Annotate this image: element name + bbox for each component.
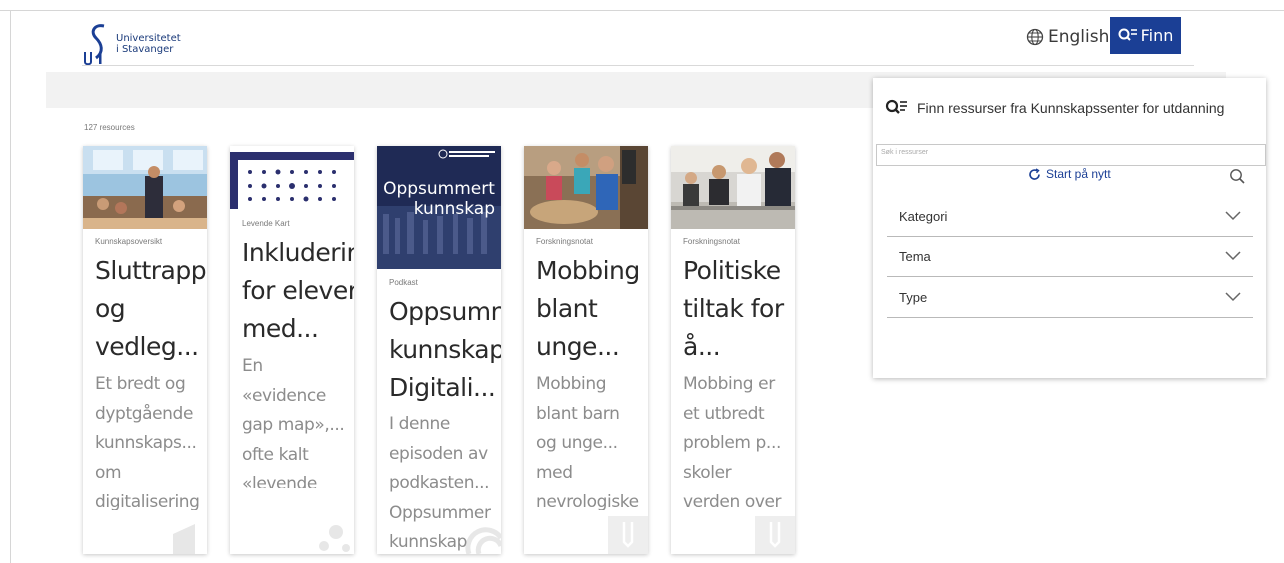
card-description: Et bredt og dyptgående kunnskaps... om d…	[95, 374, 200, 510]
finn-button[interactable]: Finn	[1110, 17, 1181, 54]
restart-label: Start på nytt	[1046, 167, 1111, 181]
resource-card[interactable]: Levende Kart Inkluderir for elever med..…	[230, 146, 354, 554]
cover-line-1: Oppsummert	[383, 179, 495, 199]
filter-type[interactable]: Type	[887, 277, 1253, 318]
filter-kategori[interactable]: Kategori	[887, 196, 1253, 237]
card-title[interactable]: Mobbing blant unge...	[536, 252, 648, 366]
bookmark-icon	[755, 516, 795, 554]
card-description: Mobbing blant barn og unge... med nevrol…	[536, 374, 639, 510]
resource-card[interactable]: Forskningsnotat Politiske tiltak for å..…	[671, 146, 795, 554]
chevron-down-icon	[1225, 251, 1241, 261]
search-filter-icon	[885, 99, 907, 114]
resource-search-input[interactable]: Søk i ressurser	[876, 144, 1266, 166]
filter-label: Tema	[899, 248, 931, 264]
card-category: Kunnskapsoversikt	[95, 237, 163, 246]
chevron-down-icon	[1225, 292, 1241, 302]
evidence-gap-map-thumbnail	[230, 146, 354, 209]
cover-line-2: kunnskap	[414, 199, 495, 219]
card-title[interactable]: Politiske tiltak for å...	[683, 252, 795, 366]
card-category: Forskningsnotat	[683, 237, 740, 246]
card-category: Podkast	[389, 278, 418, 287]
logo-wordmark: Universitetet i Stavanger	[116, 33, 181, 55]
window-left-border	[10, 10, 11, 563]
document-icon	[173, 524, 195, 554]
resource-card[interactable]: Oppsummert kunnskap Podkast Oppsumn kunn…	[377, 146, 501, 554]
refresh-icon	[1029, 167, 1040, 180]
bookmark-icon	[608, 516, 648, 554]
card-title[interactable]: Oppsumn kunnskap Digitali...	[389, 293, 501, 407]
chevron-down-icon	[1225, 211, 1241, 221]
filter-label: Type	[899, 289, 928, 305]
classroom-photo	[524, 146, 648, 229]
globe-icon	[1026, 28, 1044, 46]
finn-button-label: Finn	[1140, 26, 1174, 45]
restart-button[interactable]: Start på nytt	[1028, 167, 1111, 181]
search-panel: Finn ressurser fra Kunnskapssenter for u…	[873, 78, 1266, 378]
podcast-icon	[465, 527, 501, 554]
search-filter-icon	[1118, 28, 1137, 41]
search-icon[interactable]	[1229, 168, 1245, 184]
resource-count: 127 resources	[84, 123, 135, 132]
podcast-cover: Oppsummert kunnskap	[377, 146, 501, 269]
map-icon	[319, 525, 350, 552]
filter-tema[interactable]: Tema	[887, 236, 1253, 277]
logo-line-1: Universitetet	[116, 33, 181, 44]
card-description: En «evidence gap map»,... ofte kalt «lev…	[242, 356, 345, 488]
resource-card[interactable]: Forskningsnotat Mobbing blant unge... Mo…	[524, 146, 648, 554]
card-title[interactable]: Sluttrapp og vedleg...	[95, 252, 207, 366]
university-logo[interactable]: Universitetet i Stavanger	[82, 22, 181, 66]
search-placeholder: Søk i ressurser	[881, 149, 929, 156]
filter-label: Kategori	[899, 208, 948, 224]
language-label: English	[1048, 27, 1110, 47]
panel-heading: Finn ressurser fra Kunnskapssenter for u…	[885, 99, 1224, 117]
window-top-border	[0, 10, 1284, 11]
card-category: Levende Kart	[242, 219, 290, 228]
card-category: Forskningsnotat	[536, 237, 593, 246]
uis-logo-icon	[84, 24, 105, 66]
resource-card[interactable]: Kunnskapsoversikt Sluttrapp og vedleg...…	[83, 146, 207, 554]
card-title[interactable]: Inkluderir for elever med...	[242, 234, 354, 348]
language-switch[interactable]: English	[1026, 24, 1109, 50]
header-divider	[82, 65, 1194, 66]
meeting-photo	[671, 146, 795, 229]
conference-presentation-photo	[83, 146, 207, 229]
card-description: Mobbing er et utbredt problem p... skole…	[683, 374, 782, 510]
logo-line-2: i Stavanger	[116, 44, 174, 55]
panel-heading-text: Finn ressurser fra Kunnskapssenter for u…	[917, 100, 1225, 116]
